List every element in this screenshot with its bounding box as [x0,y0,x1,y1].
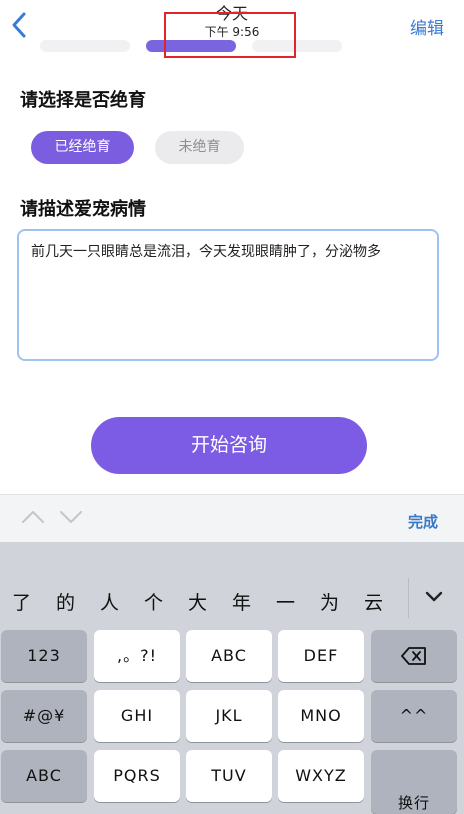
neuter-question: 请选择是否绝育 [20,90,146,111]
candidate-word[interactable]: 云 [364,588,383,615]
done-button[interactable]: 完成 [408,511,438,532]
input-accessory-bar: 完成 [0,494,464,542]
chevron-up-icon[interactable] [20,509,46,525]
candidate-word[interactable]: 了 [12,588,31,615]
key-pqrs[interactable]: PQRS [94,750,180,802]
key-tuv[interactable]: TUV [186,750,272,802]
option-neutered[interactable]: 已经绝育 [31,131,134,164]
start-consultation-button[interactable]: 开始咨询 [91,417,367,474]
key-ghi[interactable]: GHI [94,690,180,742]
chevron-down-icon[interactable] [58,509,84,525]
key-abc-switch[interactable]: ABC [1,750,87,802]
description-textarea[interactable]: 前几天一只眼睛总是流泪，今天发现眼睛肿了，分泌物多 [17,229,439,361]
candidate-word[interactable]: 大 [188,588,207,615]
key-jkl[interactable]: JKL [186,690,272,742]
delete-icon [401,647,426,665]
chevron-down-icon[interactable] [424,590,444,604]
key-123[interactable]: 123 [1,630,87,682]
key-wxyz[interactable]: WXYZ [278,750,364,802]
candidate-word[interactable]: 人 [100,588,119,615]
scrolled-option-left [40,40,130,52]
key-mno[interactable]: MNO [278,690,364,742]
option-not-neutered[interactable]: 未绝育 [155,131,244,164]
candidate-bar: 了 的 人 个 大 年 一 为 云 [0,542,464,622]
keyboard: 了 的 人 个 大 年 一 为 云 123 ,。?! ABC DEF #@¥ G… [0,542,464,814]
candidate-word[interactable]: 一 [276,588,295,615]
key-emoticon[interactable]: ^^ [371,690,457,742]
candidate-word[interactable]: 为 [320,588,339,615]
key-def[interactable]: DEF [278,630,364,682]
timestamp-highlight-box [164,12,296,58]
key-symbols[interactable]: #@¥ [1,690,87,742]
edit-button[interactable]: 编辑 [410,14,444,39]
key-punctuation[interactable]: ,。?! [94,630,180,682]
candidate-word[interactable]: 个 [144,588,163,615]
candidate-word[interactable]: 年 [232,588,251,615]
candidate-divider [408,578,409,618]
key-return[interactable]: 换行 [371,750,457,814]
candidate-word[interactable]: 的 [56,588,75,615]
delete-key[interactable] [371,630,457,682]
key-abc[interactable]: ABC [186,630,272,682]
description-question: 请描述爱宠病情 [20,199,146,220]
